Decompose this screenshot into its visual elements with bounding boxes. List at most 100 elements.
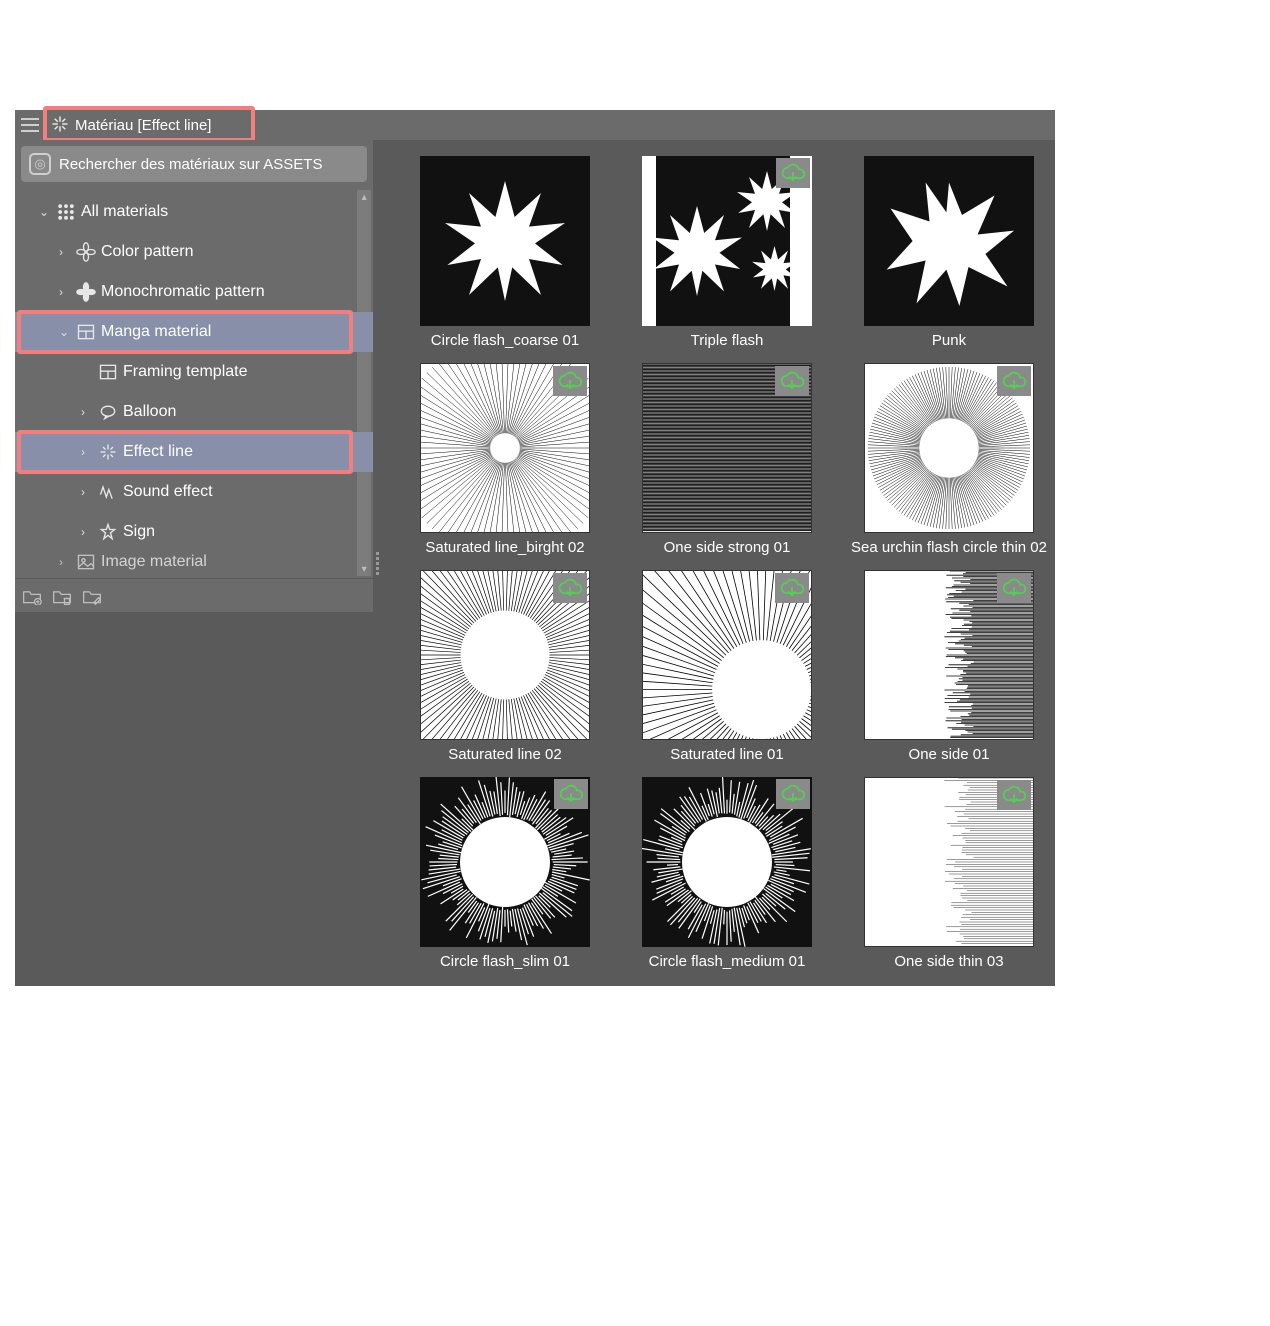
panel-header: Matériau [Effect line] [15, 110, 1055, 140]
thumbnail-label: Saturated line 02 [405, 746, 605, 763]
thumbnail-item[interactable]: Circle flash_slim 01 [405, 777, 605, 970]
thumbnail-preview [864, 777, 1034, 947]
tree-item-label: Monochromatic pattern [101, 283, 265, 301]
chevron-icon[interactable]: › [81, 445, 95, 459]
thumbnail-label: One side strong 01 [627, 539, 827, 556]
sidebar-toolbar [15, 578, 373, 612]
panel-title: Matériau [Effect line] [75, 117, 211, 134]
cloud-download-icon[interactable] [553, 573, 587, 603]
thumbnail-area: Circle flash_coarse 01 Triple flash Punk Sa… [385, 140, 1055, 986]
cloud-download-icon[interactable] [775, 366, 809, 396]
panel-icon [97, 362, 119, 382]
tree-item-sound-effect[interactable]: › Sound effect [15, 472, 373, 512]
tree-item-color-pattern[interactable]: › Color pattern [15, 232, 373, 272]
balloon-icon [97, 402, 119, 422]
thumbnail-item[interactable]: Sea urchin flash circle thin 02 [849, 363, 1049, 556]
menu-icon[interactable] [21, 118, 39, 132]
tree-item-label: Balloon [123, 403, 176, 421]
thumbnail-preview [642, 156, 812, 326]
material-tree: ▴ ▾ ⌄All materials›Color pattern›Monochr… [15, 188, 373, 578]
chevron-icon[interactable]: › [59, 555, 73, 569]
resize-handle[interactable] [376, 552, 382, 575]
thumbnail-item[interactable]: One side 01 [849, 570, 1049, 763]
thumbnail-item[interactable]: Triple flash [627, 156, 827, 349]
cloud-download-icon[interactable] [775, 573, 809, 603]
image-icon [75, 552, 97, 572]
thumbnail-label: Triple flash [627, 332, 827, 349]
tree-item-monochromatic-pattern[interactable]: › Monochromatic pattern [15, 272, 373, 312]
thumbnail-item[interactable]: Circle flash_coarse 01 [405, 156, 605, 349]
thumbnail-grid: Circle flash_coarse 01 Triple flash Punk Sa… [405, 156, 1049, 970]
thumbnail-label: Saturated line 01 [627, 746, 827, 763]
thumbnail-item[interactable]: Saturated line_birght 02 [405, 363, 605, 556]
tree-item-effect-line[interactable]: › Effect line [15, 432, 373, 472]
panel-title-wrap: Matériau [Effect line] [45, 110, 217, 140]
edit-folder-icon[interactable] [81, 585, 103, 607]
thumbnail-label: One side 01 [849, 746, 1049, 763]
thumbnail-preview [642, 363, 812, 533]
tree-item-label: Color pattern [101, 243, 194, 261]
tree-item-all-materials[interactable]: ⌄All materials [15, 192, 373, 232]
thumbnail-item[interactable]: Saturated line 02 [405, 570, 605, 763]
sparkle2-icon [97, 522, 119, 542]
chevron-icon[interactable]: › [81, 485, 95, 499]
assets-icon: ◎ [29, 153, 51, 175]
tree-item-manga-material[interactable]: ⌄ Manga material [15, 312, 373, 352]
thumbnail-label: Punk [849, 332, 1049, 349]
sparkle-icon [97, 442, 119, 462]
panel-icon [75, 322, 97, 342]
thumbnail-preview [420, 156, 590, 326]
tree-item-framing-template[interactable]: Framing template [15, 352, 373, 392]
thumbnail-item[interactable]: One side thin 03 [849, 777, 1049, 970]
cloud-download-icon[interactable] [776, 158, 810, 188]
cloud-download-icon[interactable] [553, 366, 587, 396]
grid-icon [55, 202, 77, 222]
chevron-icon[interactable]: ⌄ [39, 205, 53, 219]
thumbnail-item[interactable]: Saturated line 01 [627, 570, 827, 763]
thumbnail-label: Sea urchin flash circle thin 02 [849, 539, 1049, 556]
tree-item-label: Manga material [101, 323, 211, 341]
cloud-download-icon[interactable] [776, 779, 810, 809]
panel-body: ◎ Rechercher des matériaux sur ASSETS ▴ … [15, 140, 1055, 986]
chevron-icon[interactable]: ⌄ [59, 325, 73, 339]
cloud-download-icon[interactable] [997, 573, 1031, 603]
thumbnail-preview [420, 777, 590, 947]
flower-icon [75, 242, 97, 262]
thumbnail-preview [642, 777, 812, 947]
chevron-icon[interactable]: › [59, 285, 73, 299]
thumbnail-preview [864, 570, 1034, 740]
sidebar: ◎ Rechercher des matériaux sur ASSETS ▴ … [15, 140, 373, 612]
thumbnail-preview [864, 363, 1034, 533]
thumbnail-preview [420, 363, 590, 533]
tree-item-label: Sound effect [123, 483, 213, 501]
new-folder-icon[interactable] [21, 585, 43, 607]
tree-item-label: Effect line [123, 443, 193, 461]
tree-item-label: Sign [123, 523, 155, 541]
assets-search-button[interactable]: ◎ Rechercher des matériaux sur ASSETS [21, 146, 367, 182]
thumbnail-label: One side thin 03 [849, 953, 1049, 970]
thumbnail-preview [642, 570, 812, 740]
thumbnail-label: Circle flash_coarse 01 [405, 332, 605, 349]
tree-item-label: Framing template [123, 363, 248, 381]
thumbnail-item[interactable]: Punk [849, 156, 1049, 349]
chevron-icon[interactable]: › [59, 245, 73, 259]
tree-item-sign[interactable]: › Sign [15, 512, 373, 552]
cloud-download-icon[interactable] [554, 779, 588, 809]
sparkle-icon [51, 115, 69, 136]
chevron-icon[interactable]: › [81, 405, 95, 419]
chevron-icon[interactable]: › [81, 525, 95, 539]
thumbnail-label: Circle flash_slim 01 [405, 953, 605, 970]
cloud-download-icon[interactable] [997, 780, 1031, 810]
thumbnail-label: Saturated line_birght 02 [405, 539, 605, 556]
material-panel: Matériau [Effect line] ◎ Rechercher des … [15, 110, 1055, 986]
thumbnail-preview [420, 570, 590, 740]
delete-folder-icon[interactable] [51, 585, 73, 607]
thumbnail-item[interactable]: Circle flash_medium 01 [627, 777, 827, 970]
tree-item-image-material[interactable]: › Image material [15, 552, 373, 572]
thumbnail-item[interactable]: One side strong 01 [627, 363, 827, 556]
tree-item-balloon[interactable]: › Balloon [15, 392, 373, 432]
assets-search-label: Rechercher des matériaux sur ASSETS [59, 156, 322, 173]
tree-item-label: Image material [101, 553, 207, 571]
cloud-download-icon[interactable] [997, 366, 1031, 396]
flower-solid-icon [75, 282, 97, 302]
